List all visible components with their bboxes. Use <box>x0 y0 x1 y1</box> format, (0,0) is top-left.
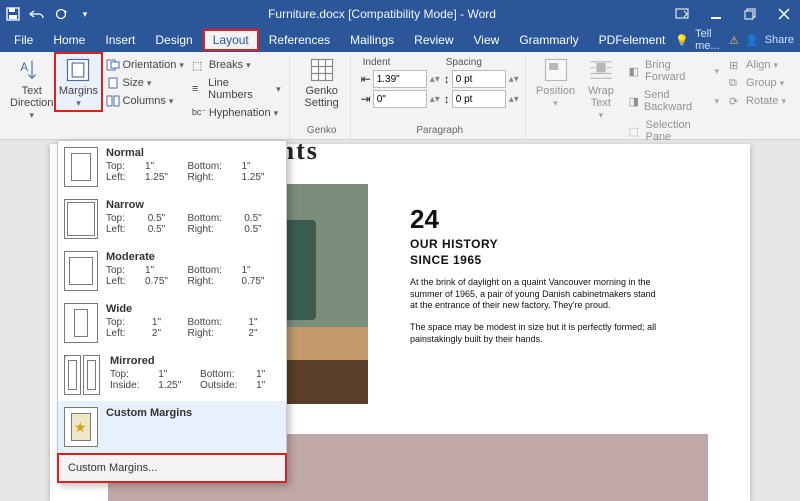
indent-left-input[interactable] <box>373 70 427 88</box>
share-button[interactable]: Share <box>765 34 794 46</box>
svg-text:A: A <box>20 61 28 74</box>
tab-mailings[interactable]: Mailings <box>340 29 404 51</box>
group-paragraph: Indent ⇤ ▴▾ ⇥ ▴▾ Spacing ↕ ▴▾ ↕ ▴▾ Paragraph <box>357 55 526 139</box>
spacing-after-icon: ↕ <box>444 92 450 106</box>
save-icon[interactable] <box>4 5 22 23</box>
margins-current-custom[interactable]: ★ Custom Margins <box>58 401 286 453</box>
tab-home[interactable]: Home <box>43 29 95 51</box>
columns-button[interactable]: Columns▾ <box>104 93 186 109</box>
tab-view[interactable]: View <box>464 29 510 51</box>
size-button[interactable]: Size▾ <box>104 75 186 91</box>
margins-preset-mirrored[interactable]: MirroredTop:1"Bottom:1"Inside:1.25"Outsi… <box>58 349 286 401</box>
ribbon-options-icon[interactable] <box>670 4 694 24</box>
preset-name: Normal <box>106 147 278 159</box>
preset-name: Moderate <box>106 251 278 263</box>
tab-grammarly[interactable]: Grammarly <box>509 29 588 51</box>
body-para-1: At the brink of daylight on a quaint Van… <box>410 277 660 312</box>
indent-left-icon: ⇤ <box>361 72 371 86</box>
margin-thumb-icon <box>64 147 98 187</box>
spacing-before-icon: ↕ <box>444 72 450 86</box>
position-button[interactable]: Position▾ <box>536 55 575 109</box>
tab-insert[interactable]: Insert <box>95 29 145 51</box>
undo-icon[interactable] <box>28 5 46 23</box>
titlebar: ▾ Furniture.docx [Compatibility Mode] - … <box>0 0 800 28</box>
close-icon[interactable] <box>772 4 796 24</box>
send-backward-button[interactable]: ◨Send Backward▾ <box>627 87 721 115</box>
chevron-down-icon: ▾ <box>29 111 34 121</box>
margin-thumb-icon <box>64 303 98 343</box>
custom-margins-menuitem[interactable]: Custom Margins... <box>58 454 286 482</box>
warning-icon[interactable]: ⚠ <box>729 34 739 47</box>
group-label-genko: Genko <box>300 123 344 139</box>
ribbon-tabs: File Home Insert Design Layout Reference… <box>0 28 800 52</box>
margins-label: Margins <box>59 85 98 97</box>
margins-preset-moderate[interactable]: ModerateTop:1"Bottom:1"Left:0.75"Right:0… <box>58 245 286 297</box>
ribbon: A Text Direction ▾ Margins ▾ Orientation… <box>0 52 800 140</box>
spinner-icon[interactable]: ▴▾ <box>429 74 440 85</box>
preset-name: Custom Margins <box>106 407 278 419</box>
align-button[interactable]: ⊞Align▾ <box>727 57 788 73</box>
margins-preset-narrow[interactable]: NarrowTop:0.5"Bottom:0.5"Left:0.5"Right:… <box>58 193 286 245</box>
spacing-heading: Spacing <box>444 57 519 68</box>
bring-forward-button[interactable]: ◧Bring Forward▾ <box>627 57 721 85</box>
wrap-text-button[interactable]: Wrap Text▾ <box>581 55 620 121</box>
group-objects-button[interactable]: ⧉Group▾ <box>727 75 788 91</box>
page-text: 24 OUR HISTORY SINCE 1965 At the brink o… <box>410 204 660 345</box>
indent-heading: Indent <box>361 57 440 68</box>
preset-name: Narrow <box>106 199 278 211</box>
qat-dropdown-icon[interactable]: ▾ <box>76 5 94 23</box>
spacing-after-input[interactable] <box>452 90 506 108</box>
spinner-icon[interactable]: ▴▾ <box>508 94 519 105</box>
margins-dropdown: NormalTop:1"Bottom:1"Left:1.25"Right:1.2… <box>57 140 287 483</box>
window-title: Furniture.docx [Compatibility Mode] - Wo… <box>94 7 670 21</box>
lightbulb-icon: 💡 <box>675 34 689 47</box>
indent-right-icon: ⇥ <box>361 92 371 106</box>
indent-right-input[interactable] <box>373 90 427 108</box>
tab-layout[interactable]: Layout <box>203 29 259 51</box>
orientation-button[interactable]: Orientation▾ <box>104 57 186 73</box>
line-numbers-button[interactable]: ≡Line Numbers▾ <box>190 75 283 103</box>
group-page-setup: A Text Direction ▾ Margins ▾ Orientation… <box>6 55 290 139</box>
tab-pdfelement[interactable]: PDFelement <box>589 29 676 51</box>
quick-access-toolbar: ▾ <box>4 5 94 23</box>
history-line2: SINCE 1965 <box>410 253 660 267</box>
history-line1: OUR HISTORY <box>410 237 660 251</box>
breaks-button[interactable]: ⬚Breaks▾ <box>190 57 283 73</box>
tab-design[interactable]: Design <box>145 29 202 51</box>
star-icon: ★ <box>74 419 87 436</box>
user-icon[interactable]: 👤 <box>745 34 759 47</box>
preset-name: Wide <box>106 303 278 315</box>
margin-thumb-icon <box>64 199 98 239</box>
group-arrange: Position▾ Wrap Text▾ ◧Bring Forward▾ ◨Se… <box>532 55 794 139</box>
tab-file[interactable]: File <box>4 29 43 51</box>
group-genko: Genko Setting Genko <box>296 55 351 139</box>
spinner-icon[interactable]: ▴▾ <box>429 94 440 105</box>
margin-thumb-icon <box>64 251 98 291</box>
genko-button[interactable]: Genko Setting <box>300 55 344 109</box>
text-direction-label: Text Direction <box>10 85 53 109</box>
hyphenation-button[interactable]: bc⁻Hyphenation▾ <box>190 105 283 121</box>
minimize-icon[interactable] <box>704 4 728 24</box>
tab-review[interactable]: Review <box>404 29 463 51</box>
window-controls <box>670 4 796 24</box>
spinner-icon[interactable]: ▴▾ <box>508 74 519 85</box>
genko-label: Genko Setting <box>305 85 339 109</box>
spacing-before-input[interactable] <box>452 70 506 88</box>
margins-preset-normal[interactable]: NormalTop:1"Bottom:1"Left:1.25"Right:1.2… <box>58 141 286 193</box>
page-number-24: 24 <box>410 204 660 235</box>
chevron-down-icon: ▾ <box>76 99 81 109</box>
margins-button[interactable]: Margins ▾ <box>57 55 99 109</box>
restore-icon[interactable] <box>738 4 762 24</box>
margins-preset-wide[interactable]: WideTop:1"Bottom:1"Left:2"Right:2" <box>58 297 286 349</box>
margin-thumb-icon <box>64 355 102 395</box>
rotate-button[interactable]: ⟳Rotate▾ <box>727 93 788 109</box>
preset-name: Mirrored <box>110 355 278 367</box>
margin-thumb-icon: ★ <box>64 407 98 447</box>
redo-icon[interactable] <box>52 5 70 23</box>
text-direction-button[interactable]: A Text Direction ▾ <box>10 55 53 121</box>
tell-me[interactable]: Tell me... <box>695 28 723 52</box>
tab-references[interactable]: References <box>259 29 340 51</box>
body-para-2: The space may be modest in size but it i… <box>410 322 660 345</box>
group-label-paragraph: Paragraph <box>361 123 519 139</box>
